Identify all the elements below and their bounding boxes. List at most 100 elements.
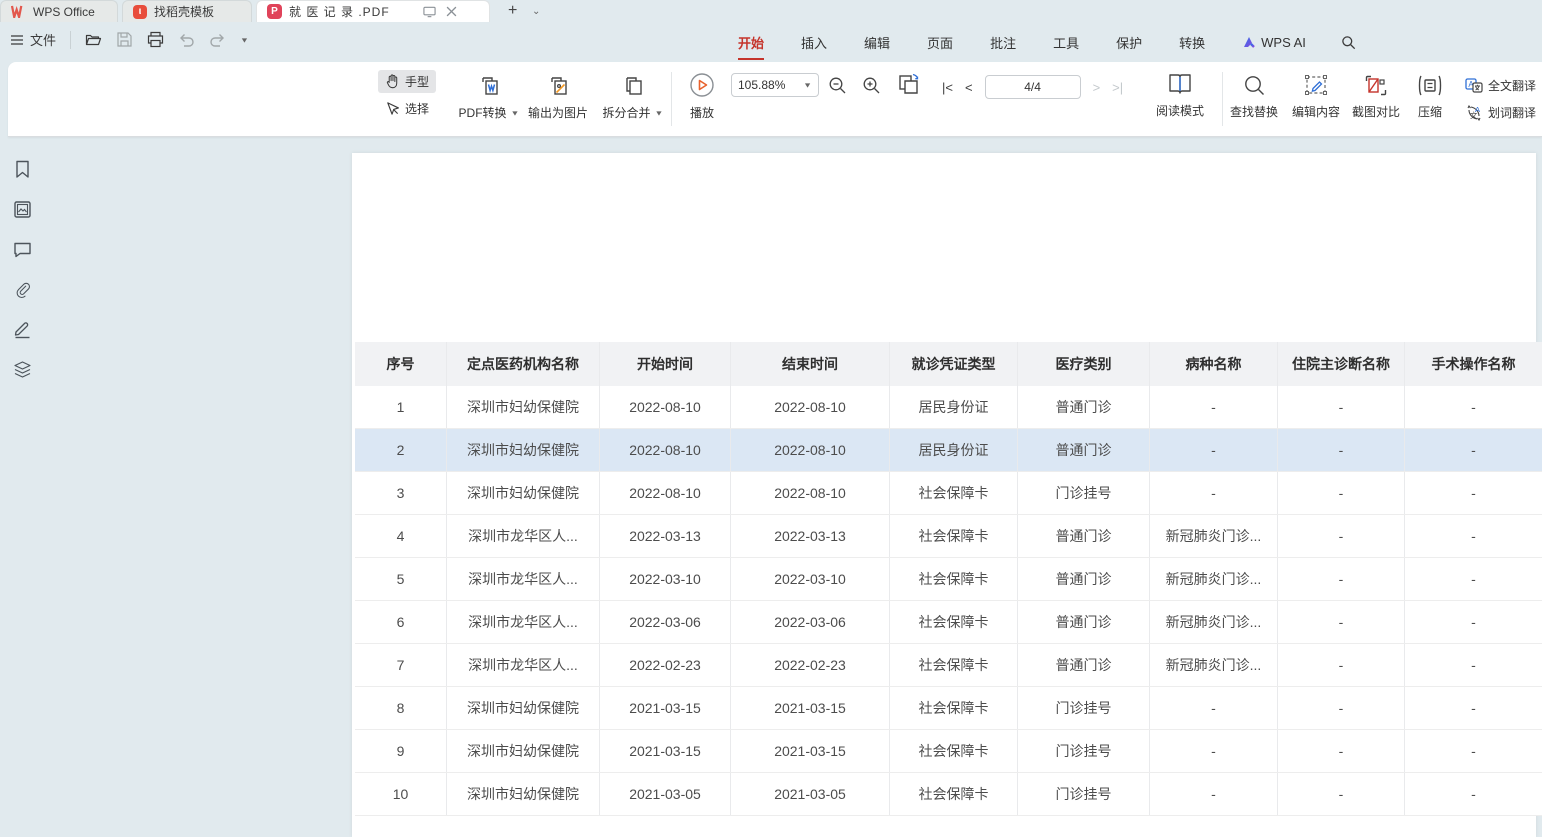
table-cell: -	[1405, 687, 1542, 729]
menu-item-convert[interactable]: 转换	[1177, 29, 1207, 56]
menu-item-wps-ai[interactable]: WPS AI	[1240, 31, 1308, 54]
table-header-cell: 序号	[355, 342, 447, 386]
first-page-button[interactable]: |<	[942, 80, 953, 95]
zoom-out-button[interactable]	[824, 73, 850, 97]
menu-item-edit[interactable]: 编辑	[862, 29, 892, 56]
menu-item-home[interactable]: 开始	[736, 29, 766, 56]
new-tab-button[interactable]: +	[508, 2, 517, 20]
signature-icon[interactable]	[13, 320, 32, 339]
zoom-out-icon	[828, 76, 847, 95]
select-tool-label: 选择	[405, 100, 429, 117]
edit-content-button[interactable]: 编辑内容	[1288, 74, 1344, 120]
table-cell: 6	[355, 601, 447, 643]
read-mode-icon	[1167, 72, 1193, 96]
compress-button[interactable]: 压缩	[1410, 74, 1450, 120]
screenshot-compare-button[interactable]: 截图对比	[1348, 74, 1404, 120]
menu-item-tools[interactable]: 工具	[1051, 29, 1081, 56]
chevron-down-icon: ▼	[511, 109, 520, 117]
play-icon	[689, 72, 715, 98]
bookmark-icon[interactable]	[13, 160, 32, 179]
comment-icon[interactable]	[13, 240, 32, 259]
redo-icon[interactable]	[209, 31, 226, 48]
table-cell: 8	[355, 687, 447, 729]
split-merge-button[interactable]: 拆分合并▼	[598, 74, 668, 121]
menu-item-insert[interactable]: 插入	[799, 29, 829, 56]
menu-item-protect[interactable]: 保护	[1114, 29, 1144, 56]
table-cell: 普通门诊	[1018, 558, 1150, 600]
select-tool-button[interactable]: 选择	[378, 97, 436, 120]
divider	[671, 72, 672, 126]
pdf-convert-button[interactable]: PDF转换▼	[456, 74, 522, 121]
table-cell: 普通门诊	[1018, 644, 1150, 686]
table-row[interactable]: 1深圳市妇幼保健院2022-08-102022-08-10居民身份证普通门诊--…	[355, 386, 1542, 429]
tab-document-pdf[interactable]: P 就 医 记 录 .PDF	[256, 0, 490, 22]
screenshot-compare-label: 截图对比	[1352, 103, 1400, 120]
play-button[interactable]: 播放	[680, 72, 724, 121]
edit-content-icon	[1304, 74, 1328, 97]
print-icon[interactable]	[147, 31, 164, 48]
table-cell: -	[1278, 429, 1405, 471]
table-cell: -	[1278, 558, 1405, 600]
table-cell: 2	[355, 429, 447, 471]
menu-item-page[interactable]: 页面	[925, 29, 955, 56]
table-row[interactable]: 2深圳市妇幼保健院2022-08-102022-08-10居民身份证普通门诊--…	[355, 429, 1542, 472]
tab-docer-template[interactable]: ι 找稻壳模板	[122, 0, 252, 22]
qat-chevron-icon[interactable]: ▼	[240, 36, 249, 44]
table-row[interactable]: 8深圳市妇幼保健院2021-03-152021-03-15社会保障卡门诊挂号--…	[355, 687, 1542, 730]
table-row[interactable]: 6深圳市龙华区人...2022-03-062022-03-06社会保障卡普通门诊…	[355, 601, 1542, 644]
table-cell: 普通门诊	[1018, 515, 1150, 557]
table-cell: 2021-03-15	[731, 730, 890, 772]
full-text-translate-button[interactable]: A 全文翻译	[1458, 74, 1542, 97]
find-replace-button[interactable]: 查找替换	[1226, 74, 1282, 120]
table-cell: 4	[355, 515, 447, 557]
pdf-file-icon: P	[267, 4, 282, 19]
attachment-icon[interactable]	[13, 280, 32, 299]
table-cell: -	[1278, 730, 1405, 772]
previous-page-button[interactable]: <	[965, 80, 973, 95]
monitor-icon[interactable]	[423, 6, 436, 18]
next-page-button[interactable]: >	[1093, 80, 1101, 95]
word-translate-icon: 文A	[1465, 105, 1483, 121]
close-tab-icon[interactable]	[446, 6, 457, 17]
menu-item-annotate[interactable]: 批注	[988, 29, 1018, 56]
table-cell: -	[1405, 644, 1542, 686]
hand-tool-button[interactable]: 手型	[378, 70, 436, 93]
medical-record-table: 序号定点医药机构名称开始时间结束时间就诊凭证类型医疗类别病种名称住院主诊断名称手…	[355, 342, 1542, 816]
main-menu: 开始 插入 编辑 页面 批注 工具 保护 转换 WPS AI	[736, 22, 1356, 62]
tab-list-chevron-icon[interactable]: ⌄	[532, 6, 540, 17]
pdf-page: 序号定点医药机构名称开始时间结束时间就诊凭证类型医疗类别病种名称住院主诊断名称手…	[352, 153, 1536, 837]
table-row[interactable]: 10深圳市妇幼保健院2021-03-052021-03-05社会保障卡门诊挂号-…	[355, 773, 1542, 816]
last-page-button[interactable]: >|	[1112, 80, 1123, 95]
read-mode-button[interactable]: 阅读模式	[1152, 72, 1208, 119]
wps-ai-label: WPS AI	[1261, 35, 1306, 50]
table-cell: 2021-03-15	[600, 687, 731, 729]
thumbnail-icon[interactable]	[13, 200, 32, 219]
export-image-button[interactable]: 输出为图片	[520, 74, 596, 121]
table-cell: -	[1278, 386, 1405, 428]
table-row[interactable]: 3深圳市妇幼保健院2022-08-102022-08-10社会保障卡门诊挂号--…	[355, 472, 1542, 515]
file-menu-button[interactable]: 文件	[10, 30, 56, 49]
zoom-in-icon	[862, 76, 881, 95]
table-row[interactable]: 4深圳市龙华区人...2022-03-132022-03-13社会保障卡普通门诊…	[355, 515, 1542, 558]
table-cell: 深圳市妇幼保健院	[447, 773, 600, 815]
zoom-level-select[interactable]: 105.88% ▼	[731, 73, 819, 97]
rotate-document-icon[interactable]	[896, 72, 922, 98]
tab-wps-office[interactable]: WPS Office	[0, 0, 118, 22]
table-row[interactable]: 9深圳市妇幼保健院2021-03-152021-03-15社会保障卡门诊挂号--…	[355, 730, 1542, 773]
table-cell: 2022-03-10	[731, 558, 890, 600]
table-cell: -	[1278, 687, 1405, 729]
zoom-in-button[interactable]	[858, 73, 884, 97]
open-folder-icon[interactable]	[85, 31, 102, 48]
table-header-cell: 就诊凭证类型	[890, 342, 1018, 386]
layers-icon[interactable]	[13, 360, 32, 379]
table-cell: 7	[355, 644, 447, 686]
table-cell: 新冠肺炎门诊...	[1150, 644, 1278, 686]
save-icon[interactable]	[116, 31, 133, 48]
page-indicator-input[interactable]: 4/4	[985, 75, 1081, 99]
word-translate-button[interactable]: 文A 划词翻译 ▼	[1458, 101, 1542, 124]
table-row[interactable]: 5深圳市龙华区人...2022-03-102022-03-10社会保障卡普通门诊…	[355, 558, 1542, 601]
undo-icon[interactable]	[178, 31, 195, 48]
table-cell: 深圳市妇幼保健院	[447, 386, 600, 428]
table-row[interactable]: 7深圳市龙华区人...2022-02-232022-02-23社会保障卡普通门诊…	[355, 644, 1542, 687]
menu-search-icon[interactable]	[1341, 35, 1356, 50]
